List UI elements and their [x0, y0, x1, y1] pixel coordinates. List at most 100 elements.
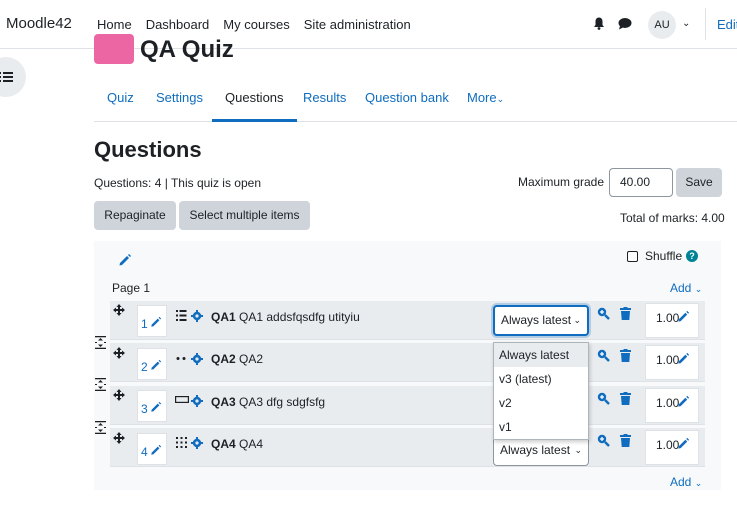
add-label: Add [670, 475, 692, 489]
truefalse-dots-icon [176, 357, 186, 360]
max-mark-value: 1.00 [656, 396, 680, 410]
messages-chat-icon[interactable] [618, 17, 632, 30]
add-page-break-icon[interactable] [95, 336, 106, 349]
shuffle-checkbox[interactable] [627, 251, 638, 262]
version-option[interactable]: v1 [494, 415, 588, 439]
move-arrows-icon[interactable] [113, 347, 125, 359]
question-name-text[interactable]: QA1 QA1 addsfqsdfg utityiu [211, 310, 360, 324]
shuffle-label: Shuffle [645, 249, 683, 263]
version-option[interactable]: v2 [494, 391, 588, 415]
add-page-break-icon[interactable] [95, 421, 106, 434]
question-name: QA3 [211, 395, 236, 409]
quiz-status-info: Questions: 4 | This quiz is open [94, 176, 261, 190]
edit-mark-pencil-icon[interactable] [677, 352, 690, 365]
slot-number: 2 [141, 360, 148, 374]
version-dropdown-list: Always latest v3 (latest) v2 v1 [493, 342, 589, 440]
user-avatar[interactable]: AU [648, 11, 676, 39]
move-arrows-icon[interactable] [113, 432, 125, 444]
delete-trash-icon[interactable] [620, 307, 631, 320]
max-mark-value: 1.00 [656, 438, 680, 452]
slot-number: 1 [141, 317, 148, 331]
version-option[interactable]: v3 (latest) [494, 367, 588, 391]
question-name-text[interactable]: QA3 QA3 dfg sdgfsfg [211, 395, 325, 409]
question-settings-gear-icon[interactable] [191, 353, 203, 365]
tab-results[interactable]: Results [290, 78, 359, 122]
preview-zoom-icon[interactable] [597, 434, 610, 447]
nav-site-administration[interactable]: Site administration [304, 17, 411, 32]
tab-quiz[interactable]: Quiz [94, 78, 147, 122]
tab-more-label: More [467, 90, 497, 105]
max-mark-value: 1.00 [656, 311, 680, 325]
nav-my-courses[interactable]: My courses [223, 17, 289, 32]
tab-more[interactable]: More⌄ [454, 78, 517, 122]
navbar-divider [705, 8, 706, 40]
question-name-text[interactable]: QA4 QA4 [211, 437, 263, 451]
add-label: Add [670, 281, 692, 295]
save-max-grade-button[interactable]: Save [676, 168, 722, 197]
select-chevron-down-icon: ⌄ [573, 315, 581, 325]
add-chevron-down-icon: ⌄ [694, 284, 703, 294]
edit-mode-link[interactable]: Edit [717, 17, 737, 32]
maximum-grade-input[interactable]: 40.00 [609, 168, 673, 197]
move-arrows-icon[interactable] [113, 389, 125, 401]
tab-settings[interactable]: Settings [143, 78, 216, 122]
nav-dashboard[interactable]: Dashboard [146, 17, 210, 32]
max-mark-value: 1.00 [656, 353, 680, 367]
version-option[interactable]: Always latest [494, 343, 588, 367]
primary-navigation: Home Dashboard My courses Site administr… [97, 17, 411, 32]
course-index-drawer-button[interactable] [0, 57, 26, 97]
edit-slot-pencil-icon[interactable] [150, 359, 162, 371]
version-select[interactable]: Always latest ⌄ [493, 305, 589, 336]
version-select-value: Always latest [500, 443, 571, 457]
edit-slot-pencil-icon[interactable] [150, 316, 162, 328]
add-chevron-down-icon: ⌄ [694, 478, 703, 488]
quiz-title: QA Quiz [140, 36, 234, 63]
delete-trash-icon[interactable] [620, 349, 631, 362]
slot-number: 4 [141, 445, 148, 459]
more-chevron-down-icon: ⌄ [496, 94, 505, 104]
nav-home[interactable]: Home [97, 17, 132, 32]
list-icon [0, 72, 13, 82]
question-name: QA2 [211, 352, 236, 366]
edit-slot-pencil-icon[interactable] [150, 401, 162, 413]
delete-trash-icon[interactable] [620, 392, 631, 405]
secondary-navigation-tabs: Quiz Settings Questions Results Question… [94, 78, 737, 122]
question-text: QA1 addsfqsdfg utityiu [239, 310, 360, 324]
select-multiple-items-button[interactable]: Select multiple items [179, 201, 310, 230]
edit-slot-pencil-icon[interactable] [150, 444, 162, 456]
edit-section-heading-pencil-icon[interactable] [118, 253, 132, 267]
user-menu-chevron-down-icon[interactable]: ⌄ [682, 18, 690, 29]
page-label: Page 1 [112, 281, 151, 295]
notifications-bell-icon[interactable] [593, 17, 605, 30]
move-arrows-icon[interactable] [113, 304, 125, 316]
question-text: QA4 [239, 437, 264, 451]
tab-questions[interactable]: Questions [212, 78, 297, 122]
add-page-break-icon[interactable] [95, 378, 106, 391]
site-brand[interactable]: Moodle42 [6, 15, 72, 32]
question-settings-gear-icon[interactable] [191, 310, 203, 322]
max-mark-box: 1.00 [645, 303, 699, 338]
delete-trash-icon[interactable] [620, 434, 631, 447]
max-mark-box: 1.00 [645, 388, 699, 423]
help-question-icon[interactable]: ? [686, 250, 698, 262]
slot-number-box: 1 [137, 305, 167, 337]
edit-mark-pencil-icon[interactable] [677, 310, 690, 323]
add-question-link-bottom[interactable]: Add ⌄ [670, 475, 702, 489]
slot-number-box: 4 [137, 433, 167, 465]
matching-grid-icon [176, 437, 187, 448]
question-settings-gear-icon[interactable] [191, 437, 203, 449]
question-name-text[interactable]: QA2 QA2 [211, 352, 263, 366]
preview-zoom-icon[interactable] [597, 307, 610, 320]
question-text: QA3 dfg sdgfsfg [239, 395, 326, 409]
page-heading: Questions [94, 137, 202, 162]
question-name: QA1 [211, 310, 236, 324]
edit-mark-pencil-icon[interactable] [677, 395, 690, 408]
add-question-link-top[interactable]: Add ⌄ [670, 281, 702, 295]
slot-number: 3 [141, 402, 148, 416]
question-settings-gear-icon[interactable] [191, 395, 203, 407]
tab-question-bank[interactable]: Question bank [352, 78, 462, 122]
edit-mark-pencil-icon[interactable] [677, 437, 690, 450]
repaginate-button[interactable]: Repaginate [94, 201, 176, 230]
preview-zoom-icon[interactable] [597, 392, 610, 405]
preview-zoom-icon[interactable] [597, 349, 610, 362]
